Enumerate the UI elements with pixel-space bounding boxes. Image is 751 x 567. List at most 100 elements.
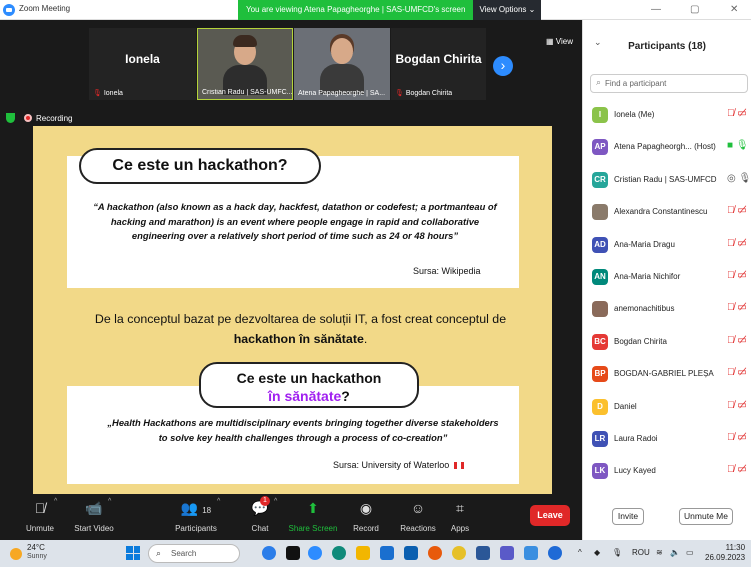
app-icon[interactable] xyxy=(286,546,300,560)
record-icon: ◉ xyxy=(359,500,373,516)
wifi-icon[interactable]: ≋ xyxy=(656,548,663,557)
tile-label: Bogdan Chirita xyxy=(405,90,453,97)
unmute-button[interactable]: 🎙̸ ^ Unmute xyxy=(12,496,68,538)
tray-app-icon[interactable]: ◆ xyxy=(594,548,600,557)
app-icon[interactable] xyxy=(262,546,276,560)
avatar: AN xyxy=(592,268,608,285)
participant-name: Ionela (Me) xyxy=(614,110,655,119)
participants-panel: ⌄ Participants (18) ⌕ IIonela (Me)🎙̸ ▭̸A… xyxy=(582,20,751,540)
participant-name: Alexandra Constantinescu xyxy=(614,207,708,217)
avatar: AD xyxy=(592,236,608,253)
tile-label: Ionela xyxy=(103,90,123,97)
invite-button[interactable]: Invite xyxy=(612,508,644,525)
mic-muted-icon: 🎙̸ ▭̸ xyxy=(727,367,747,379)
mic-muted-icon: 🎙̸ ▭̸ xyxy=(727,269,747,281)
title-bar: Zoom Meeting You are viewing Atena Papag… xyxy=(0,0,751,20)
windows-start-icon[interactable] xyxy=(126,546,140,560)
participants-button[interactable]: 👥 18 ^ Participants xyxy=(165,496,227,538)
edge-icon[interactable] xyxy=(332,546,346,560)
participant-row[interactable]: LR Laura Radoi 🎙̸ ▭̸ xyxy=(583,423,751,455)
taskbar-search[interactable]: ⌕ Search xyxy=(148,544,240,563)
mic-muted-icon: 🎙̸ ▭̸ xyxy=(727,431,747,443)
caret-up-icon[interactable]: ^ xyxy=(217,498,220,505)
participant-row[interactable]: CR Cristian Radu | SAS-UMFCD ◎ 🎙 xyxy=(583,164,751,196)
participant-name: Ana-Maria Dragu xyxy=(614,239,675,249)
participant-row[interactable]: D Daniel 🎙̸ ▭̸ xyxy=(583,391,751,423)
participant-search: ⌕ xyxy=(590,74,748,93)
tile-label: Cristian Radu | SAS-UMFC... xyxy=(202,89,293,96)
video-tile-atena[interactable]: Atena Papagheorghe | SA... xyxy=(294,28,390,100)
app-icon[interactable] xyxy=(524,546,538,560)
screen-share-banner: You are viewing Atena Papagheorghe | SAS… xyxy=(238,0,542,20)
video-tile-bogdan[interactable]: Bogdan Chirita 🎙 Bogdan Chirita xyxy=(391,28,486,100)
firefox-icon[interactable] xyxy=(428,546,442,560)
health-hackathon-quote: „Health Hackathons are multidisciplinary… xyxy=(107,417,499,443)
quote-source: Sursa: University of Waterloo xyxy=(333,460,464,470)
video-tile-cristian[interactable]: Cristian Radu | SAS-UMFC... xyxy=(197,28,293,100)
file-explorer-icon[interactable] xyxy=(356,546,370,560)
mic-muted-icon: 🎙 xyxy=(93,90,102,97)
record-button[interactable]: ◉ Record xyxy=(338,496,394,538)
search-input[interactable] xyxy=(605,77,743,90)
close-icon[interactable]: ✕ xyxy=(730,4,738,15)
avatar: LR xyxy=(592,430,608,447)
panel-footer: Invite Unmute Me xyxy=(583,508,751,540)
avatar: CR xyxy=(592,171,608,188)
tray-chevron-icon[interactable]: ^ xyxy=(578,548,582,557)
participant-name: Lucy Kayed xyxy=(614,466,656,476)
participant-name: Bogdan Chirita xyxy=(614,336,667,346)
chat-button[interactable]: 💬 1 ^ Chat xyxy=(232,496,288,538)
apps-button[interactable]: ⌗ Apps xyxy=(432,496,488,538)
participant-row[interactable]: AP Atena Papagheorgh... (Host) ■ 🎙 xyxy=(583,131,751,163)
participant-row[interactable]: AD Ana-Maria Dragu 🎙̸ ▭̸ xyxy=(583,229,751,261)
video-tile-ionela[interactable]: Ionela 🎙 Ionela xyxy=(89,28,196,100)
avatar: I xyxy=(592,107,608,123)
app-icon[interactable] xyxy=(500,546,514,560)
chat-badge: 1 xyxy=(260,496,270,506)
system-clock[interactable]: 11:30 26.09.2023 xyxy=(705,543,745,563)
battery-icon[interactable]: ▭ xyxy=(686,548,694,557)
leave-button[interactable]: Leave xyxy=(530,505,570,526)
panel-title: Participants (18) xyxy=(628,41,706,52)
recording-label: Recording xyxy=(36,114,73,123)
canada-flag-icon xyxy=(453,462,464,470)
recording-icon xyxy=(24,114,32,122)
avatar xyxy=(592,204,608,221)
chrome-icon[interactable] xyxy=(452,546,466,560)
view-button[interactable]: ▦ View xyxy=(546,37,573,46)
start-video-button[interactable]: 📹 ^ Start Video xyxy=(66,496,122,538)
participant-row[interactable]: BC Bogdan Chirita 🎙̸ ▭̸ xyxy=(583,326,751,358)
outlook-icon[interactable] xyxy=(404,546,418,560)
windows-taskbar: 24°C Sunny ⌕ Search ^ ◆ 🎙 ROU ≋ 🔈 ▭ 11:3… xyxy=(0,540,751,567)
share-screen-button[interactable]: ⬆ Share Screen xyxy=(285,496,341,538)
meeting-toolbar: 🎙̸ ^ Unmute 📹 ^ Start Video 👥 18 ^ Particip… xyxy=(0,494,582,540)
caret-up-icon[interactable]: ^ xyxy=(54,498,57,505)
avatar xyxy=(592,301,608,318)
next-page-arrow-icon[interactable]: › xyxy=(493,56,513,76)
app-icon[interactable] xyxy=(548,546,562,560)
participant-row[interactable]: AN Ana-Maria Nichifor 🎙̸ ▭̸ xyxy=(583,261,751,293)
video-off-icon: 📹 xyxy=(85,500,103,516)
participant-row[interactable]: Alexandra Constantinescu 🎙̸ ▭̸ xyxy=(583,196,751,228)
participant-row[interactable]: I Ionela (Me) 🎙̸ ▭̸ xyxy=(583,99,751,131)
unmute-me-button[interactable]: Unmute Me xyxy=(679,508,733,525)
maximize-icon[interactable]: ▢ xyxy=(690,4,699,15)
avatar: D xyxy=(592,398,608,415)
participant-name: Atena Papagheorgh... (Host) xyxy=(614,142,716,152)
language-indicator[interactable]: ROU xyxy=(632,548,650,557)
store-icon[interactable] xyxy=(380,546,394,560)
mic-icon[interactable]: 🎙 xyxy=(612,548,622,557)
participant-row[interactable]: anemonachitibus 🎙̸ ▭̸ xyxy=(583,293,751,325)
tile-display-name: Ionela xyxy=(125,52,160,66)
view-options-button[interactable]: View Options ⌄ xyxy=(473,0,542,20)
minimize-icon[interactable]: — xyxy=(651,4,661,15)
participant-row[interactable]: LK Lucy Kayed 🎙̸ ▭̸ xyxy=(583,455,751,487)
participant-row[interactable]: BP BOGDAN-GABRIEL PLEȘA 🎙̸ ▭̸ xyxy=(583,358,751,390)
caret-up-icon[interactable]: ^ xyxy=(274,498,277,505)
zoom-app-icon[interactable] xyxy=(308,546,322,560)
tile-label: Atena Papagheorghe | SA... xyxy=(298,90,386,97)
encryption-shield-icon[interactable] xyxy=(6,113,15,123)
volume-icon[interactable]: 🔈 xyxy=(670,548,680,557)
word-icon[interactable] xyxy=(476,546,490,560)
caret-up-icon[interactable]: ^ xyxy=(108,498,111,505)
